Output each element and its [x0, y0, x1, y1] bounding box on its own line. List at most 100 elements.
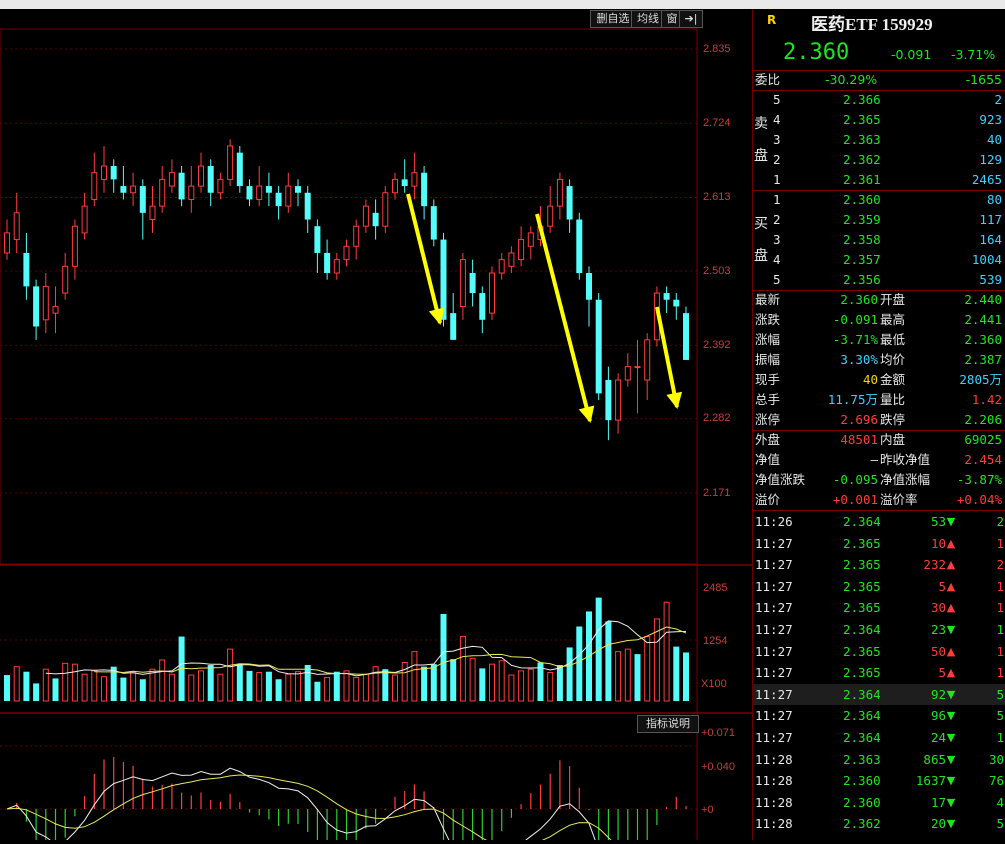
stat-value: -3.87%: [956, 472, 1002, 487]
volume-bar: [644, 636, 651, 702]
volume-bar: [188, 674, 195, 702]
candle-body: [459, 259, 466, 307]
expand-icon[interactable]: ➔|: [679, 10, 703, 28]
sell-volume: 2465: [971, 172, 1002, 187]
candle-body: [343, 245, 350, 261]
volume-unit-label: X100: [701, 678, 727, 690]
sell-order-row[interactable]: 1 2.361 2465: [753, 170, 1005, 190]
tick-time: 11:27: [755, 535, 793, 551]
candle-body: [595, 299, 602, 394]
sell-order-row[interactable]: 3 2.363 40: [753, 130, 1005, 150]
tick-time: 11:27: [755, 665, 793, 681]
buy-order-row[interactable]: 4 2.357 1004: [753, 250, 1005, 270]
moving-average-button[interactable]: 均线: [631, 10, 665, 28]
tick-volume: 232: [923, 557, 946, 573]
volume-bar: [324, 677, 331, 702]
price-axis-label: 2.724: [703, 117, 731, 129]
arrow-up-icon: ▲: [946, 601, 956, 615]
stat-value: 2.454: [964, 452, 1002, 467]
stat-label: 最低: [880, 332, 906, 347]
tick-time: 11:27: [755, 557, 793, 573]
stat-label: 涨停: [755, 412, 781, 427]
tick-row[interactable]: 11:27 2.365 30 ▲ 1: [753, 597, 1005, 619]
tick-volume: 53: [930, 514, 946, 529]
tick-volume: 96: [930, 708, 946, 724]
tick-price: 2.360: [843, 794, 881, 810]
tick-row[interactable]: 11:27 2.364 24 ▼ 1: [753, 727, 1005, 749]
stat-label: 最高: [880, 312, 906, 327]
stat-label: 净值: [755, 452, 781, 467]
tick-row[interactable]: 11:27 2.364 96 ▼ 5: [753, 705, 1005, 727]
volume-bar: [353, 677, 360, 702]
indicator-help-button[interactable]: 指标说明: [637, 715, 699, 733]
arrow-down-icon: ▼: [946, 687, 956, 701]
tick-count: 5: [996, 816, 1004, 832]
sell-level: 3: [773, 132, 781, 147]
candle-body: [42, 285, 49, 321]
tick-row[interactable]: 11:27 2.365 5 ▲ 1: [753, 576, 1005, 598]
stat-row: 溢价 +0.001 溢价率 +0.04%: [753, 490, 1005, 510]
sell-order-row[interactable]: 2 2.362 129: [753, 150, 1005, 170]
buy-level: 4: [773, 252, 781, 267]
tick-price: 2.365: [843, 665, 881, 681]
volume-bar: [198, 670, 204, 702]
annotation-arrowhead: [666, 391, 683, 409]
stat-value: 48501: [840, 432, 878, 447]
tick-volume: 865: [923, 751, 946, 767]
candle-body: [634, 366, 641, 369]
weibi-pct: -30.29%: [825, 72, 878, 87]
tick-volume: 23: [930, 622, 946, 637]
tick-row[interactable]: 11:27 2.364 92 ▼ 5: [753, 683, 1005, 706]
tick-row[interactable]: 11:26 2.364 53 ▼ 2: [753, 511, 1005, 533]
tick-row[interactable]: 11:27 2.365 5 ▲ 1: [753, 662, 1005, 684]
sell-order-row[interactable]: 4 2.365 923: [753, 110, 1005, 130]
sell-price: 2.363: [843, 132, 881, 147]
tick-price: 2.364: [843, 708, 881, 724]
volume-bar: [634, 654, 641, 701]
tick-price: 2.364: [843, 730, 881, 745]
candle-body: [314, 226, 321, 253]
tick-row[interactable]: 11:28 2.360 17 ▼ 4: [753, 792, 1005, 814]
buy-order-row[interactable]: 1 2.360 80: [753, 190, 1005, 210]
volume-bar: [479, 668, 486, 701]
tick-row[interactable]: 11:28 2.363 865 ▼ 30: [753, 749, 1005, 771]
tick-volume: 17: [930, 794, 946, 810]
tick-row[interactable]: 11:28 2.360 1637 ▼ 76: [753, 770, 1005, 792]
price-axis-label: 2.835: [703, 43, 731, 55]
chart-area[interactable]: 删自选 均线 窗 ➔| 2.835 2.724 2.613 2.503 2.39…: [0, 9, 752, 844]
tick-row[interactable]: 11:27 2.365 10 ▲ 1: [753, 533, 1005, 555]
stat-row: 振幅 3.30% 均价 2.387: [753, 350, 1005, 370]
candle-body: [188, 185, 195, 200]
stat-value: 2.440: [964, 292, 1002, 307]
tick-row[interactable]: 11:27 2.365 50 ▲ 1: [753, 641, 1005, 663]
volume-bar: [556, 665, 563, 701]
stat-label: 总手: [755, 392, 781, 407]
stat-label: 净值涨跌: [755, 472, 806, 487]
stat-label: 振幅: [755, 352, 781, 367]
sell-price: 2.361: [843, 172, 881, 187]
buy-order-row[interactable]: 2 2.359 117: [753, 210, 1005, 230]
candle-body: [91, 172, 98, 200]
tick-row[interactable]: 11:27 2.364 23 ▼ 1: [753, 619, 1005, 641]
tick-row[interactable]: 11:27 2.365 232 ▲ 2: [753, 554, 1005, 576]
tick-row[interactable]: 11:28 2.362 20 ▼ 5: [753, 813, 1005, 835]
buy-level: 1: [773, 192, 781, 207]
arrow-down-icon: ▼: [946, 623, 956, 636]
stat-value: 2.360: [964, 332, 1002, 347]
candle-body: [421, 172, 428, 207]
candle-body: [489, 272, 495, 314]
arrow-down-icon: ▼: [946, 752, 956, 766]
stat-value: 11.75万: [827, 392, 878, 407]
volume-bar: [33, 683, 40, 701]
arrow-down-icon: ▼: [946, 515, 956, 528]
candle-body: [605, 379, 612, 421]
tick-volume: 20: [930, 816, 946, 832]
volume-bar: [120, 677, 127, 701]
remove-watchlist-button[interactable]: 删自选: [590, 10, 636, 28]
sell-order-row[interactable]: 5 2.366 2: [753, 90, 1005, 110]
buy-order-row[interactable]: 3 2.358 164: [753, 230, 1005, 250]
tick-count: 1: [996, 730, 1004, 745]
tick-price: 2.365: [843, 557, 881, 573]
candle-body: [13, 212, 20, 241]
buy-order-row[interactable]: 5 2.356 539: [753, 270, 1005, 290]
